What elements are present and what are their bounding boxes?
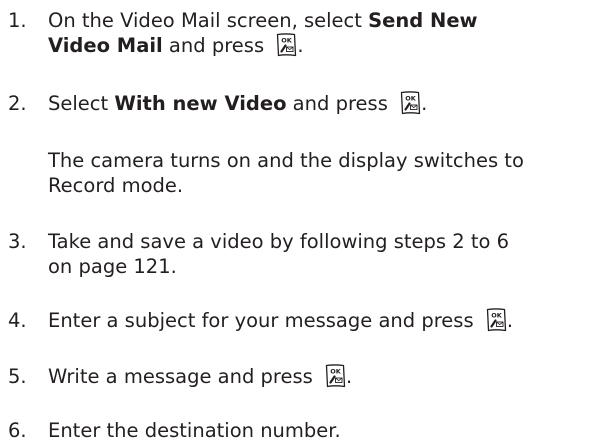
step-2-note: The camera turns on and the display swit… xyxy=(48,148,610,198)
step-line: Enter a subject for your message and pre… xyxy=(48,308,610,333)
step-text: and press xyxy=(286,92,395,115)
step-line: Select With new Video and press OK. xyxy=(48,91,610,116)
step-text: On the Video Mail screen, select xyxy=(48,9,369,32)
step-line: on page 121. xyxy=(48,255,177,278)
step-number: 2. xyxy=(8,92,27,115)
step-body: On the Video Mail screen, select Send Ne… xyxy=(48,8,610,58)
step-text: . xyxy=(346,365,353,388)
ok-menu-key-icon: OK xyxy=(275,33,297,57)
step-body: Select With new Video and press OK. xyxy=(48,91,610,116)
menu-option-label: Video Mail xyxy=(48,34,163,57)
ok-menu-key-icon: OK xyxy=(399,91,421,115)
step-text: . xyxy=(421,92,428,115)
note-line: Record mode. xyxy=(48,174,184,197)
menu-option-label: With new Video xyxy=(114,92,287,115)
step-text: Enter a subject for your message and pre… xyxy=(48,309,480,332)
step-body: Enter the destination number. xyxy=(48,418,610,443)
step-line: Take and save a video by following steps… xyxy=(48,230,510,253)
svg-text:OK: OK xyxy=(491,312,503,320)
step-body: Enter a subject for your message and pre… xyxy=(48,308,610,333)
svg-text:OK: OK xyxy=(405,95,417,103)
step-line: Enter the destination number. xyxy=(48,419,341,442)
step-number: 4. xyxy=(8,309,27,332)
step-number: 6. xyxy=(8,419,27,442)
step-line: Write a message and press OK. xyxy=(48,364,610,389)
note-line: The camera turns on and the display swit… xyxy=(48,149,524,172)
step-text: . xyxy=(297,34,304,57)
menu-option-label: Send New xyxy=(368,9,478,32)
step-number: 3. xyxy=(8,230,27,253)
step-line: Video Mail and press OK. xyxy=(48,33,610,58)
step-text: . xyxy=(506,309,514,332)
step-line: On the Video Mail screen, select Send Ne… xyxy=(48,8,610,33)
step-text: and press xyxy=(162,34,271,57)
step-body: Take and save a video by following steps… xyxy=(48,229,610,279)
step-text: Write a message and press xyxy=(48,365,320,388)
step-number: 1. xyxy=(8,9,27,32)
ok-menu-key-icon: OK xyxy=(324,364,346,388)
step-text: Select xyxy=(48,92,115,115)
step-number: 5. xyxy=(8,365,27,388)
instruction-page: 1. On the Video Mail screen, select Send… xyxy=(0,0,612,444)
step-body: Write a message and press OK. xyxy=(48,364,610,389)
ok-menu-key-icon: OK xyxy=(485,308,507,332)
svg-text:OK: OK xyxy=(330,368,342,376)
svg-text:OK: OK xyxy=(282,37,294,45)
